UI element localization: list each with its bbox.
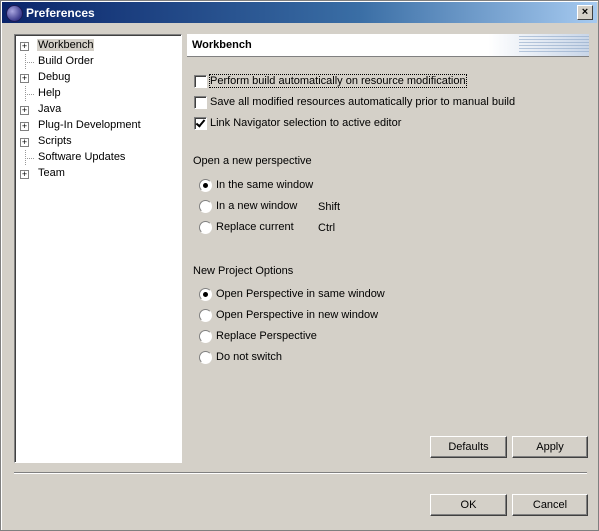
do-not-switch-radio[interactable] xyxy=(199,351,212,364)
tree-item-label: Debug xyxy=(38,71,71,83)
link-navigator-checkbox[interactable] xyxy=(194,117,207,130)
save-before-build-label[interactable]: Save all modified resources automaticall… xyxy=(210,96,515,108)
expand-icon[interactable]: + xyxy=(20,74,29,83)
tree-item-label: Team xyxy=(38,167,65,179)
tree-item-label: Build Order xyxy=(38,55,94,67)
tree-connector xyxy=(25,150,26,166)
tree-item-debug[interactable]: + Debug xyxy=(15,70,181,86)
tree-item-label: Plug-In Development xyxy=(38,119,141,131)
ok-button[interactable]: OK xyxy=(430,494,507,516)
open-new-window-label[interactable]: Open Perspective in new window xyxy=(216,309,378,321)
tree-item-workbench[interactable]: + Workbench xyxy=(15,38,181,54)
same-window-label[interactable]: In the same window xyxy=(216,179,313,191)
tree-item-label: Help xyxy=(38,87,61,99)
tree-connector xyxy=(27,158,35,159)
replace-perspective-label[interactable]: Replace Perspective xyxy=(216,330,317,342)
project-group-title: New Project Options xyxy=(193,265,294,277)
cancel-button[interactable]: Cancel xyxy=(512,494,588,516)
tree-item-label: Java xyxy=(38,103,62,115)
close-button[interactable]: × xyxy=(577,5,593,20)
save-before-build-checkbox[interactable] xyxy=(194,96,207,109)
tree-item-java[interactable]: + Java xyxy=(15,102,181,118)
expand-icon[interactable]: + xyxy=(20,42,29,51)
tree-item-build-order[interactable]: Build Order xyxy=(15,54,181,70)
page-title: Workbench xyxy=(192,39,252,51)
new-window-label[interactable]: In a new window xyxy=(216,200,297,212)
tree-connector xyxy=(27,62,35,63)
tree-item-label: Software Updates xyxy=(38,151,126,163)
expand-icon[interactable]: + xyxy=(20,170,29,179)
same-window-radio[interactable] xyxy=(199,179,212,192)
replace-current-shortcut: Ctrl xyxy=(318,222,336,234)
replace-current-label[interactable]: Replace current xyxy=(216,221,294,233)
perspective-group-title: Open a new perspective xyxy=(193,155,312,167)
tree-connector xyxy=(25,86,26,102)
tree-item-scripts[interactable]: + Scripts xyxy=(15,134,181,150)
eclipse-icon xyxy=(6,5,23,22)
apply-button[interactable]: Apply xyxy=(512,436,588,458)
replace-current-radio[interactable] xyxy=(199,221,212,234)
tree-item-label: Workbench xyxy=(37,39,95,51)
title-bar[interactable]: Preferences × xyxy=(2,2,597,23)
tree-item-team[interactable]: + Team xyxy=(15,166,181,182)
window-title: Preferences xyxy=(26,6,95,20)
header-decoration xyxy=(519,36,589,54)
build-automatically-checkbox[interactable] xyxy=(194,75,207,88)
link-navigator-label[interactable]: Link Navigator selection to active edito… xyxy=(210,117,401,129)
tree-item-help[interactable]: Help xyxy=(15,86,181,102)
page-header: Workbench xyxy=(187,34,589,57)
preferences-window: Preferences × + Workbench Build Order + … xyxy=(0,0,599,531)
expand-icon[interactable]: + xyxy=(20,138,29,147)
open-same-window-radio[interactable] xyxy=(199,288,212,301)
tree-item-plugin-development[interactable]: + Plug-In Development xyxy=(15,118,181,134)
tree-item-label: Scripts xyxy=(38,135,72,147)
new-window-radio[interactable] xyxy=(199,200,212,213)
tree-item-software-updates[interactable]: Software Updates xyxy=(15,150,181,166)
tree-connector xyxy=(27,94,35,95)
build-automatically-label[interactable]: Perform build automatically on resource … xyxy=(209,74,467,88)
open-new-window-radio[interactable] xyxy=(199,309,212,322)
open-same-window-label[interactable]: Open Perspective in same window xyxy=(216,288,385,300)
do-not-switch-label[interactable]: Do not switch xyxy=(216,351,282,363)
preferences-tree[interactable]: + Workbench Build Order + Debug Help + J… xyxy=(14,34,182,463)
expand-icon[interactable]: + xyxy=(20,106,29,115)
tree-connector xyxy=(25,54,26,70)
defaults-button[interactable]: Defaults xyxy=(430,436,507,458)
separator xyxy=(14,472,587,474)
replace-perspective-radio[interactable] xyxy=(199,330,212,343)
new-window-shortcut: Shift xyxy=(318,201,341,213)
expand-icon[interactable]: + xyxy=(20,122,29,131)
